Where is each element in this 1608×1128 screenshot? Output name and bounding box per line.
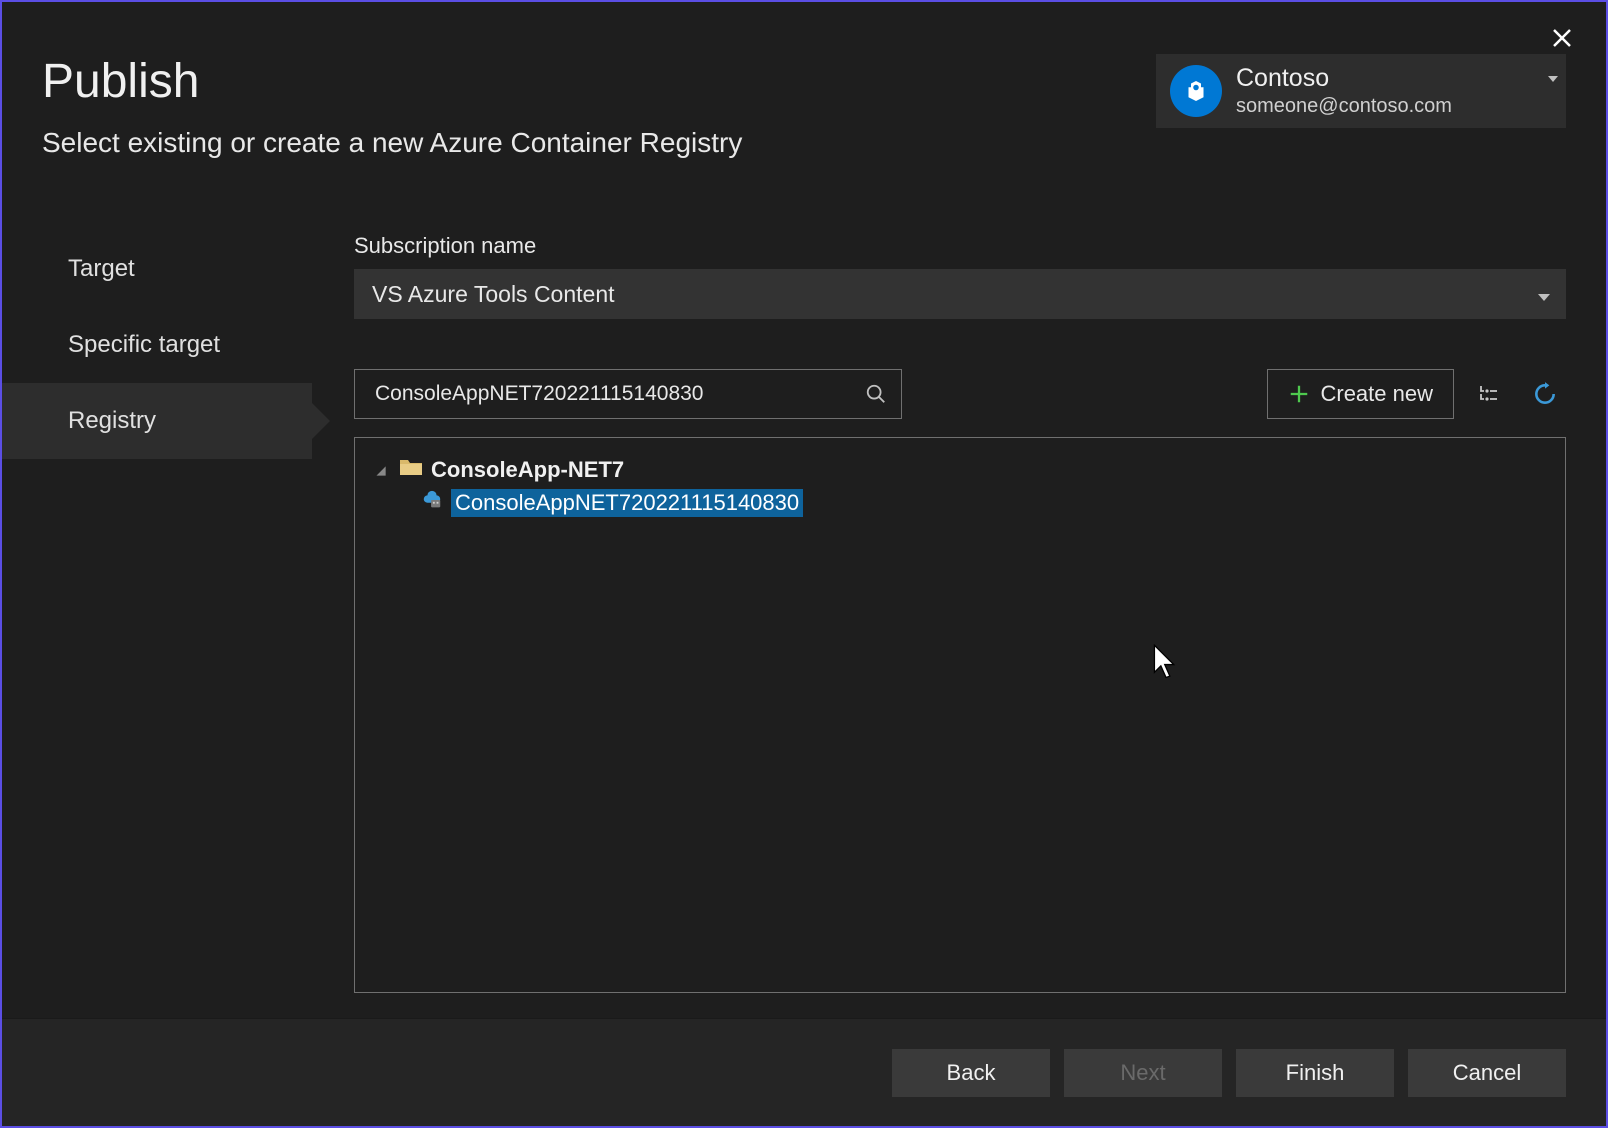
- step-specific-target[interactable]: Specific target: [2, 307, 312, 383]
- registry-tree: ◢ ConsoleApp-NET7 ConsoleAppNET720221115…: [354, 437, 1566, 993]
- subscription-value: VS Azure Tools Content: [372, 281, 615, 308]
- step-target[interactable]: Target: [2, 231, 312, 307]
- chevron-down-icon: [1538, 281, 1550, 308]
- collapse-icon: ◢: [377, 464, 391, 477]
- next-button: Next: [1064, 1049, 1222, 1097]
- dialog-title: Publish: [42, 54, 742, 109]
- folder-icon: [399, 457, 423, 483]
- tree-group[interactable]: ◢ ConsoleApp-NET7: [373, 454, 1547, 486]
- search-input[interactable]: ConsoleAppNET720221115140830: [354, 369, 902, 419]
- refresh-button[interactable]: [1524, 369, 1566, 419]
- finish-button[interactable]: Finish: [1236, 1049, 1394, 1097]
- group-view-icon: [1477, 382, 1501, 406]
- subscription-label: Subscription name: [354, 233, 1566, 259]
- back-button[interactable]: Back: [892, 1049, 1050, 1097]
- group-view-button[interactable]: [1468, 369, 1510, 419]
- cancel-button[interactable]: Cancel: [1408, 1049, 1566, 1097]
- close-icon: [1552, 28, 1572, 48]
- tree-registry-label: ConsoleAppNET720221115140830: [451, 489, 803, 517]
- steps-nav: Target Specific target Registry: [2, 191, 312, 1018]
- plus-icon: [1288, 383, 1310, 405]
- cloud-registry-icon: [421, 489, 443, 517]
- step-registry[interactable]: Registry: [2, 383, 312, 459]
- close-button[interactable]: [1544, 20, 1580, 56]
- tree-registry-item[interactable]: ConsoleAppNET720221115140830: [417, 486, 1547, 520]
- create-new-button[interactable]: Create new: [1267, 369, 1454, 419]
- search-icon: [865, 383, 887, 405]
- tree-group-label: ConsoleApp-NET7: [431, 457, 624, 483]
- account-email: someone@contoso.com: [1236, 95, 1452, 118]
- account-avatar-icon: [1170, 65, 1222, 117]
- account-selector[interactable]: Contoso someone@contoso.com: [1156, 54, 1566, 128]
- refresh-icon: [1532, 381, 1558, 407]
- search-value: ConsoleAppNET720221115140830: [375, 382, 865, 406]
- chevron-down-icon: [1548, 66, 1558, 90]
- dialog-subtitle: Select existing or create a new Azure Co…: [42, 127, 742, 159]
- account-name: Contoso: [1236, 64, 1452, 93]
- create-new-label: Create new: [1320, 381, 1433, 407]
- subscription-select[interactable]: VS Azure Tools Content: [354, 269, 1566, 319]
